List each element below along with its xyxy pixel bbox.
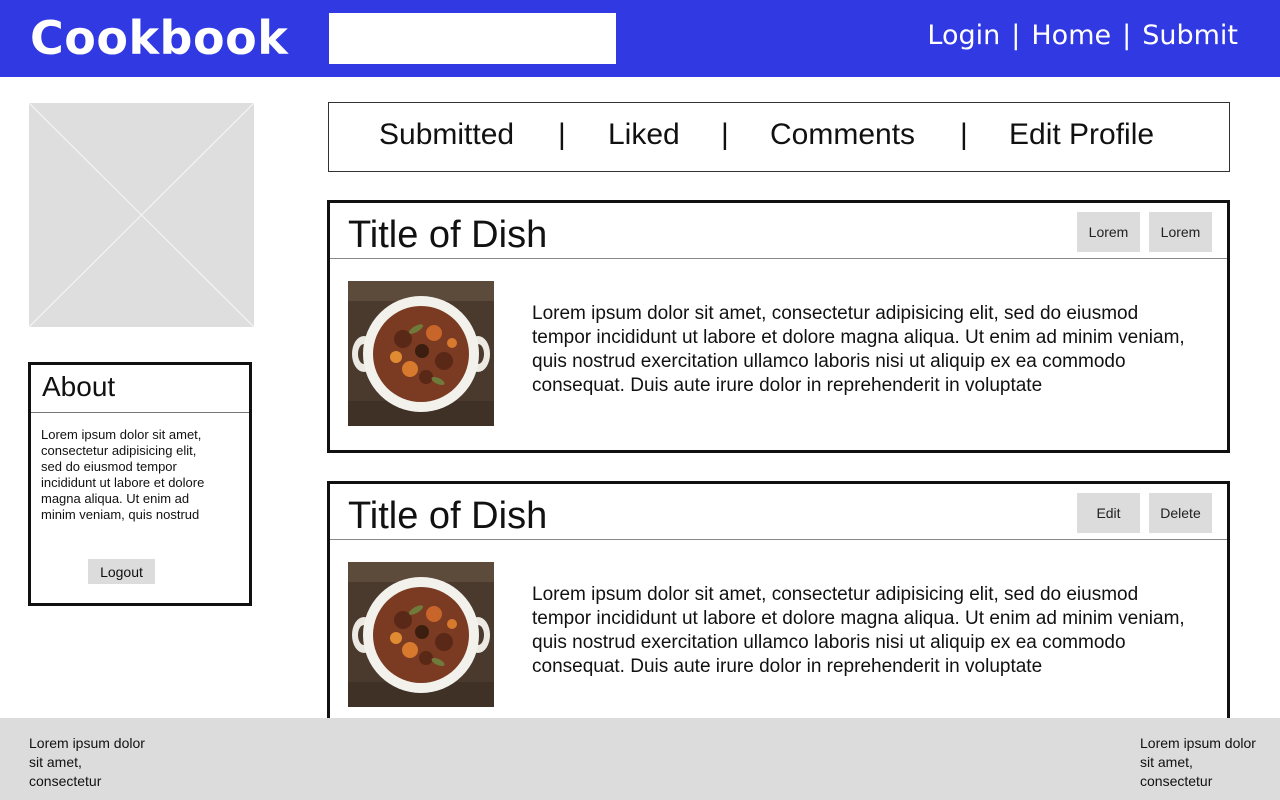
dish-image[interactable] xyxy=(348,281,494,426)
nav-separator: | xyxy=(1011,19,1021,51)
nav-separator: | xyxy=(1122,19,1132,51)
profile-image-placeholder xyxy=(28,102,255,328)
header-bar: Cookbook Login | Home | Submit xyxy=(0,0,1280,77)
app-window: Cookbook Login | Home | Submit About Lor… xyxy=(0,0,1280,800)
footer-right-text: Lorem ipsum dolor sit amet, consectetur xyxy=(1140,735,1256,789)
dish-card: Title of Dish Lorem Lorem Lorem ipsum do… xyxy=(327,200,1230,453)
edit-button[interactable]: Edit xyxy=(1077,493,1140,533)
dish-title[interactable]: Title of Dish xyxy=(348,211,547,259)
nav-login-link[interactable]: Login xyxy=(927,20,1000,51)
divider xyxy=(330,258,1227,259)
tab-separator: | xyxy=(721,118,729,151)
about-card: About Lorem ipsum dolor sit amet, consec… xyxy=(28,362,252,606)
tab-liked[interactable]: Liked xyxy=(608,117,680,153)
dish-action-button[interactable]: Lorem xyxy=(1077,212,1140,252)
tab-comments[interactable]: Comments xyxy=(770,117,915,153)
tab-separator: | xyxy=(558,118,566,151)
image-placeholder-icon xyxy=(28,102,255,328)
dish-description: Lorem ipsum dolor sit amet, consectetur … xyxy=(532,303,1185,396)
about-title: About xyxy=(42,371,116,402)
footer: Lorem ipsum dolor sit amet, consectetur … xyxy=(0,718,1280,800)
dish-card: Title of Dish Edit Delete Lorem ipsum do… xyxy=(327,481,1230,741)
dish-action-button[interactable]: Lorem xyxy=(1149,212,1212,252)
tab-edit-profile[interactable]: Edit Profile xyxy=(1009,117,1154,153)
dish-title[interactable]: Title of Dish xyxy=(348,492,547,540)
beef-stew-photo xyxy=(348,562,494,707)
divider xyxy=(330,539,1227,540)
profile-tabs: Submitted | Liked | Comments | Edit Prof… xyxy=(328,102,1230,172)
about-text: Lorem ipsum dolor sit amet, consectetur … xyxy=(41,427,205,522)
site-logo[interactable]: Cookbook xyxy=(30,9,288,67)
nav-home-link[interactable]: Home xyxy=(1031,20,1111,51)
logout-button[interactable]: Logout xyxy=(88,559,155,584)
footer-left-text: Lorem ipsum dolor sit amet, consectetur xyxy=(29,735,145,789)
delete-button[interactable]: Delete xyxy=(1149,493,1212,533)
search-input[interactable] xyxy=(329,13,616,64)
dish-description: Lorem ipsum dolor sit amet, consectetur … xyxy=(532,584,1185,677)
top-nav: Login | Home | Submit xyxy=(927,17,1238,53)
tab-submitted[interactable]: Submitted xyxy=(379,117,514,153)
tab-separator: | xyxy=(960,118,968,151)
divider xyxy=(31,412,249,413)
dish-image[interactable] xyxy=(348,562,494,707)
nav-submit-link[interactable]: Submit xyxy=(1142,20,1238,51)
beef-stew-photo xyxy=(348,281,494,426)
